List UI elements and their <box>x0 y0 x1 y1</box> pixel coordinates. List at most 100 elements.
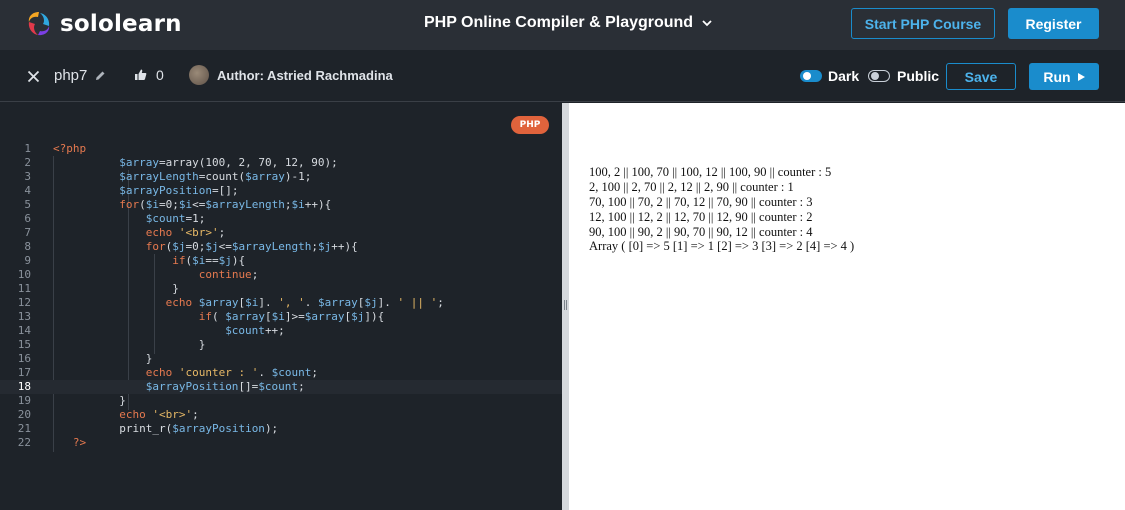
code-line: 4 $arrayPosition=[]; <box>0 184 562 198</box>
line-text: $arrayLength=count($array)-1; <box>119 170 312 183</box>
run-button[interactable]: Run <box>1029 63 1099 90</box>
line-number: 7 <box>24 226 31 239</box>
splitter-grip-icon[interactable] <box>564 300 567 310</box>
line-number: 22 <box>17 436 31 449</box>
code-line: 15 } <box>0 338 562 352</box>
code-lines: 1 <?php 2 $array=array(100, 2, 70, 12, 90… <box>0 142 562 450</box>
line-text: $array=array(100, 2, 70, 12, 90); <box>119 156 338 169</box>
line-number: 8 <box>24 240 31 253</box>
line-text: echo '<br>'; <box>119 408 199 421</box>
public-label: Public <box>897 68 940 84</box>
toggle-knob <box>871 72 879 80</box>
line-number: 4 <box>24 184 31 197</box>
language-badge: PHP <box>511 116 549 134</box>
save-button[interactable]: Save <box>946 63 1016 90</box>
thumbs-up-icon[interactable] <box>134 68 147 81</box>
line-text: for($i=0;$i<=$arrayLength;$i++){ <box>119 198 332 211</box>
output-line: 90, 100 || 90, 2 || 90, 70 || 90, 12 || … <box>589 225 813 239</box>
output-line: Array ( [0] => 5 [1] => 1 [2] => 3 [3] =… <box>589 239 855 253</box>
code-line: 11 } <box>0 282 562 296</box>
output-line: 12, 100 || 12, 2 || 12, 70 || 12, 90 || … <box>589 210 813 224</box>
author-avatar[interactable] <box>189 65 209 85</box>
line-number: 10 <box>17 268 31 281</box>
output-line: 70, 100 || 70, 2 || 70, 12 || 70, 90 || … <box>589 195 813 209</box>
code-line: 3 $arrayLength=count($array)-1; <box>0 170 562 184</box>
code-line: 17 echo 'counter : '. $count; <box>0 366 562 380</box>
public-toggle[interactable] <box>868 70 890 82</box>
line-text: $arrayPosition=[]; <box>119 184 239 197</box>
code-line: 16 } <box>0 352 562 366</box>
line-text: if( $array[$i]>=$array[$j]){ <box>198 310 385 323</box>
run-button-label: Run <box>1043 68 1071 85</box>
line-text: } <box>53 282 179 295</box>
line-number: 21 <box>17 422 31 435</box>
page-title: PHP Online Compiler & Playground <box>424 14 694 31</box>
line-number: 1 <box>24 142 31 155</box>
line-text: $arrayPosition[]=$count; <box>145 380 305 393</box>
code-line-active: 18 $arrayPosition[]=$count; <box>0 380 562 394</box>
code-line: 19 } <box>0 394 562 408</box>
code-line: 2 $array=array(100, 2, 70, 12, 90); <box>0 156 562 170</box>
line-number: 12 <box>17 296 31 309</box>
page-title-dropdown[interactable]: PHP Online Compiler & Playground <box>424 14 713 32</box>
register-button[interactable]: Register <box>1008 8 1099 39</box>
code-line: 14 $count++; <box>0 324 562 338</box>
pencil-icon[interactable] <box>95 70 106 81</box>
sololearn-logo-icon <box>28 12 50 36</box>
output-line: 100, 2 || 100, 70 || 100, 12 || 100, 90 … <box>589 165 832 179</box>
dark-mode-toggle[interactable] <box>800 70 822 82</box>
code-line: 5 for($i=0;$i<=$arrayLength;$i++){ <box>0 198 562 212</box>
close-icon[interactable] <box>27 70 40 83</box>
line-text: ?> <box>72 436 87 449</box>
code-line: 20 echo '<br>'; <box>0 408 562 422</box>
line-number: 2 <box>24 156 31 169</box>
line-number: 19 <box>17 394 31 407</box>
sololearn-logo[interactable]: sololearn <box>24 9 182 39</box>
code-editor[interactable]: PHP 1 <?php 2 $array=array(100, 2, 70, 12… <box>0 103 562 510</box>
line-number: 18 <box>17 380 31 393</box>
line-text: <?php <box>53 142 87 155</box>
line-text: } <box>53 394 126 407</box>
code-line: 1 <?php <box>0 142 562 156</box>
output-panel: 100, 2 || 100, 70 || 100, 12 || 100, 90 … <box>569 103 1125 510</box>
line-text: echo 'counter : '. $count; <box>145 366 318 379</box>
line-number: 17 <box>17 366 31 379</box>
code-line: 22 ?> <box>0 436 562 450</box>
line-number: 16 <box>17 352 31 365</box>
brand-name: sololearn <box>60 11 182 37</box>
output-line: 2, 100 || 2, 70 || 2, 12 || 2, 90 || cou… <box>589 180 794 194</box>
line-text: echo $array[$i]. ', '. $array[$j]. ' || … <box>165 296 444 309</box>
start-course-button[interactable]: Start PHP Course <box>851 8 995 39</box>
line-number: 20 <box>17 408 31 421</box>
line-text: } <box>53 352 153 365</box>
like-count: 0 <box>156 67 164 83</box>
line-text: $count++; <box>225 324 285 337</box>
line-text: print_r($arrayPosition); <box>53 422 279 435</box>
line-number: 15 <box>17 338 31 351</box>
line-text: for($j=0;$j<=$arrayLength;$j++){ <box>145 240 358 253</box>
code-line: 6 $count=1; <box>0 212 562 226</box>
top-navbar: sololearn PHP Online Compiler & Playgrou… <box>0 0 1125 50</box>
line-number: 9 <box>24 254 31 267</box>
line-number: 6 <box>24 212 31 225</box>
code-line: 8 for($j=0;$j<=$arrayLength;$j++){ <box>0 240 562 254</box>
code-toolbar: php7 0 Author: Astried Rachmadina Dark P… <box>0 50 1125 102</box>
author-name[interactable]: Author: Astried Rachmadina <box>217 68 393 83</box>
line-text: if($i==$j){ <box>172 254 246 267</box>
line-text: $count=1; <box>145 212 206 225</box>
code-line: 7 echo '<br>'; <box>0 226 562 240</box>
play-icon <box>1077 72 1085 81</box>
line-text: } <box>53 338 206 351</box>
code-name: php7 <box>54 67 88 84</box>
code-line: 13 if( $array[$i]>=$array[$j]){ <box>0 310 562 324</box>
dark-mode-label: Dark <box>828 68 860 84</box>
line-number: 3 <box>24 170 31 183</box>
line-text: continue; <box>198 268 259 281</box>
line-number: 13 <box>17 310 31 323</box>
code-line: 10 continue; <box>0 268 562 282</box>
code-line: 9 if($i==$j){ <box>0 254 562 268</box>
code-line: 12 echo $array[$i]. ', '. $array[$j]. ' … <box>0 296 562 310</box>
line-number: 11 <box>17 282 31 295</box>
code-line: 21 print_r($arrayPosition); <box>0 422 562 436</box>
line-number: 14 <box>17 324 31 337</box>
